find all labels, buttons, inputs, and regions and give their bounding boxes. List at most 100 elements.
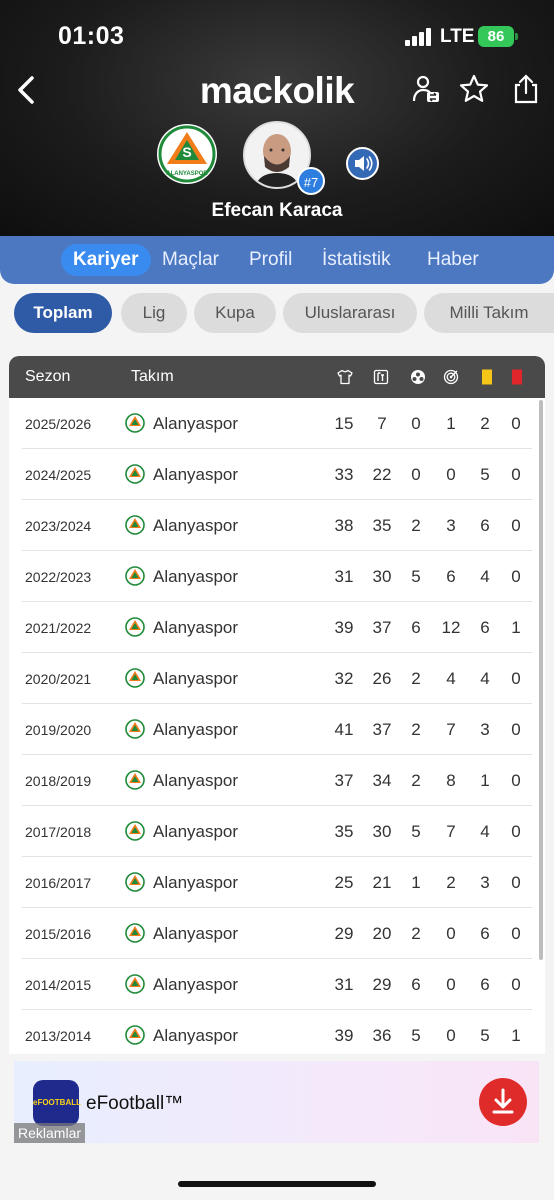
- stat-cell: 0: [511, 720, 521, 739]
- table-row[interactable]: 2018/2019 Alanyaspor 37 34 2 8 1 0: [22, 755, 532, 806]
- network-type: LTE: [440, 26, 475, 47]
- stat-cell: 1: [511, 618, 521, 637]
- team-cell[interactable]: Alanyaspor: [153, 822, 238, 842]
- table-row[interactable]: 2013/2014 Alanyaspor 39 36 5 0 5 1: [22, 1010, 532, 1054]
- table-row[interactable]: 2016/2017 Alanyaspor 25 21 1 2 3 0: [22, 857, 532, 908]
- stat-cell: 37: [334, 771, 354, 790]
- stat-cell: 26: [372, 669, 392, 688]
- sound-button[interactable]: [346, 147, 379, 180]
- ad-banner[interactable]: eFOOTBALL eFootball™ Reklamlar: [14, 1061, 539, 1143]
- table-row[interactable]: 2024/2025 Alanyaspor 33 22 0 0 5 0: [22, 449, 532, 500]
- stat-cell: 22: [372, 465, 392, 484]
- team-cell[interactable]: Alanyaspor: [153, 924, 238, 944]
- yellow-card-icon: [479, 369, 495, 385]
- table-row[interactable]: 2019/2020 Alanyaspor 41 37 2 7 3 0: [22, 704, 532, 755]
- stat-cell: 29: [372, 975, 392, 994]
- career-table: Sezon Takım 2025/2026 Alanyaspor 15 7 0 1 2 0 20…: [9, 356, 545, 1054]
- filter-lig[interactable]: Lig: [121, 293, 187, 333]
- table-row[interactable]: 2014/2015 Alanyaspor 31 29 6 0 6 0: [22, 959, 532, 1010]
- team-cell[interactable]: Alanyaspor: [153, 465, 238, 485]
- team-cell[interactable]: Alanyaspor: [153, 516, 238, 536]
- stat-cell: 0: [446, 465, 456, 484]
- efootball-app-icon[interactable]: eFOOTBALL: [33, 1080, 81, 1126]
- filter-uluslararasi[interactable]: Uluslararası: [283, 293, 417, 333]
- team-cell[interactable]: Alanyaspor: [153, 1026, 238, 1046]
- share-icon[interactable]: [510, 73, 542, 105]
- stat-cell: 0: [511, 567, 521, 586]
- stat-cell: 0: [446, 924, 456, 943]
- season-cell: 2021/2022: [25, 620, 92, 636]
- stat-cell: 2: [446, 873, 456, 892]
- tab-haber[interactable]: Haber: [415, 244, 491, 276]
- stat-cell: 12: [441, 618, 461, 637]
- stat-cell: 2: [411, 924, 421, 943]
- team-cell[interactable]: Alanyaspor: [153, 771, 238, 791]
- tab-maclar[interactable]: Maçlar: [150, 244, 231, 276]
- filter-milli-takim[interactable]: Milli Takım: [424, 293, 554, 333]
- team-cell[interactable]: Alanyaspor: [153, 873, 238, 893]
- compare-player-icon[interactable]: [410, 73, 442, 105]
- substitution-icon: [373, 369, 389, 385]
- shirt-number-badge: #7: [297, 167, 325, 195]
- stat-cell: 2: [480, 414, 490, 433]
- tab-profil[interactable]: Profil: [237, 244, 304, 276]
- home-indicator[interactable]: [178, 1181, 376, 1187]
- team-cell[interactable]: Alanyaspor: [153, 618, 238, 638]
- table-row[interactable]: 2020/2021 Alanyaspor 32 26 2 4 4 0: [22, 653, 532, 704]
- team-logo-icon: [125, 566, 145, 586]
- stat-cell: 1: [511, 1026, 521, 1045]
- table-row[interactable]: 2015/2016 Alanyaspor 29 20 2 0 6 0: [22, 908, 532, 959]
- team-logo-icon: [125, 719, 145, 739]
- stat-cell: 0: [446, 975, 456, 994]
- stat-cell: 0: [511, 822, 521, 841]
- table-row[interactable]: 2017/2018 Alanyaspor 35 30 5 7 4 0: [22, 806, 532, 857]
- cell-signal-icon: [405, 28, 431, 46]
- stat-cell: 4: [480, 567, 490, 586]
- season-cell: 2022/2023: [25, 569, 92, 585]
- stat-cell: 6: [480, 618, 490, 637]
- column-team: Takım: [131, 368, 174, 385]
- stat-cell: 31: [334, 567, 354, 586]
- stat-cell: 1: [480, 771, 490, 790]
- filter-kupa[interactable]: Kupa: [194, 293, 276, 333]
- stat-cell: 20: [372, 924, 392, 943]
- stat-cell: 6: [480, 975, 490, 994]
- team-cell[interactable]: Alanyaspor: [153, 567, 238, 587]
- stat-cell: 15: [334, 414, 354, 433]
- table-row[interactable]: 2021/2022 Alanyaspor 39 37 6 12 6 1: [22, 602, 532, 653]
- filter-toplam[interactable]: Toplam: [14, 293, 112, 333]
- team-logo-icon: [125, 923, 145, 943]
- tab-kariyer[interactable]: Kariyer: [61, 244, 151, 276]
- stat-cell: 25: [334, 873, 354, 892]
- favorite-star-icon[interactable]: [458, 73, 490, 105]
- stat-cell: 39: [334, 1026, 354, 1045]
- tab-istatistik[interactable]: İstatistik: [310, 244, 403, 276]
- table-scrollbar[interactable]: [539, 400, 543, 960]
- stat-cell: 7: [377, 414, 387, 433]
- team-logo-icon: [125, 464, 145, 484]
- stat-cell: 5: [411, 822, 421, 841]
- season-cell: 2016/2017: [25, 875, 92, 891]
- stat-cell: 32: [334, 669, 354, 688]
- team-logo-icon: [125, 668, 145, 688]
- season-cell: 2015/2016: [25, 926, 92, 942]
- stat-cell: 6: [411, 975, 421, 994]
- stat-cell: 0: [511, 975, 521, 994]
- table-row[interactable]: 2025/2026 Alanyaspor 15 7 0 1 2 0: [22, 398, 532, 449]
- season-cell: 2013/2014: [25, 1028, 92, 1044]
- stat-cell: 0: [511, 669, 521, 688]
- team-cell[interactable]: Alanyaspor: [153, 414, 238, 434]
- team-cell[interactable]: Alanyaspor: [153, 669, 238, 689]
- download-button[interactable]: [479, 1078, 527, 1126]
- red-card-icon: [509, 369, 525, 385]
- team-cell[interactable]: Alanyaspor: [153, 975, 238, 995]
- season-cell: 2025/2026: [25, 416, 92, 432]
- svg-text:S: S: [182, 144, 191, 160]
- team-badge[interactable]: S ALANYASPOR: [157, 124, 217, 184]
- season-cell: 2023/2024: [25, 518, 92, 534]
- ad-title[interactable]: eFootball™: [86, 1093, 183, 1115]
- stat-cell: 1: [411, 873, 421, 892]
- table-row[interactable]: 2023/2024 Alanyaspor 38 35 2 3 6 0: [22, 500, 532, 551]
- team-cell[interactable]: Alanyaspor: [153, 720, 238, 740]
- table-row[interactable]: 2022/2023 Alanyaspor 31 30 5 6 4 0: [22, 551, 532, 602]
